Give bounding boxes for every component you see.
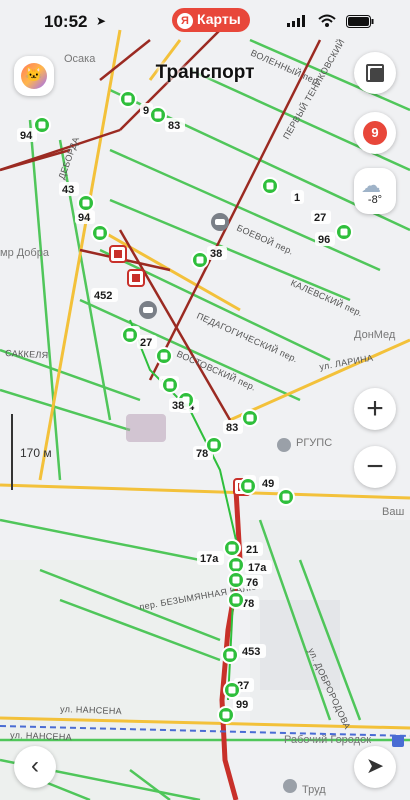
bus-route-number: 49 [262, 478, 274, 490]
bus-route-number: 27 [140, 337, 152, 349]
bus-route-number: 21 [246, 544, 258, 556]
bus-route-number: 94 [20, 130, 33, 142]
battery-icon [346, 15, 374, 28]
place-label: ДонМед [354, 329, 396, 341]
bus-route-number: 43 [62, 184, 74, 196]
profile-avatar[interactable]: 🐱 [14, 56, 54, 96]
bus-route-number: 17a [200, 553, 219, 565]
chevron-left-icon: ‹ [31, 752, 39, 779]
bus-route-number: 9 [143, 105, 149, 117]
bus-route-number: 76 [246, 577, 258, 589]
back-button[interactable]: ‹ [14, 746, 56, 788]
poi-marker[interactable] [211, 213, 229, 231]
bus-route-number: 83 [168, 120, 180, 132]
transit-map[interactable]: ул. НАНСЕНА ул. НАНСЕНА ул. ЛАРИНА КАЛЕВ… [0, 0, 410, 800]
bus-route-number: 94 [78, 212, 91, 224]
place-label: мр Добра [0, 247, 50, 259]
scale-bar [11, 414, 13, 490]
tram-marker[interactable] [127, 269, 145, 287]
bus-route-number: 452 [94, 290, 112, 302]
layers-button[interactable] [354, 52, 396, 94]
app-name: Карты [197, 11, 241, 27]
signal-icon [287, 15, 305, 27]
bus-route-number: 83 [226, 422, 238, 434]
traffic-level-badge: 9 [363, 121, 387, 145]
bus-route-number: 1 [294, 192, 300, 204]
navigation-arrow-icon: ➤ [365, 753, 385, 778]
traffic-button[interactable]: 9 [354, 112, 396, 154]
yandex-logo-icon: Я [177, 13, 193, 29]
location-arrow-icon: ➤ [96, 14, 107, 28]
poi-marker[interactable] [139, 301, 157, 319]
bus-route-number: 17a [248, 562, 267, 574]
bus-route-number: 38 [172, 400, 184, 412]
app-badge: Я Карты [172, 8, 250, 32]
bus-route-number: 38 [210, 248, 222, 260]
metro-marker [283, 779, 297, 793]
clock: 10:52 [44, 12, 88, 31]
zoom-in-button[interactable]: + [354, 388, 396, 430]
rail-marker [392, 735, 404, 747]
minus-icon: − [366, 450, 384, 483]
status-bar: 10:52 ➤ Я Карты [0, 0, 410, 44]
scale-label: 170 м [20, 446, 52, 460]
tram-marker[interactable] [109, 245, 127, 263]
plus-icon: + [366, 392, 384, 425]
place-label: Труд [302, 784, 326, 796]
place-label: РГУПС [296, 437, 332, 449]
wifi-icon [318, 14, 336, 27]
bus-route-number: 96 [318, 234, 330, 246]
weather-temperature: -8° [367, 194, 383, 206]
my-location-button[interactable]: ➤ [354, 746, 396, 788]
weather-widget[interactable]: ☁ -8° [354, 168, 396, 214]
zoom-out-button[interactable]: − [354, 446, 396, 488]
bus-route-number: 453 [242, 646, 260, 658]
place-label: Рабочий Городок [284, 734, 371, 746]
cat-icon: 🐱 [25, 66, 43, 82]
bus-route-number: 27 [314, 212, 326, 224]
page-title: Транспорт [155, 62, 255, 83]
bus-route-number: 99 [236, 699, 248, 711]
place-label: Ваш [382, 506, 404, 518]
metro-marker [277, 438, 291, 452]
